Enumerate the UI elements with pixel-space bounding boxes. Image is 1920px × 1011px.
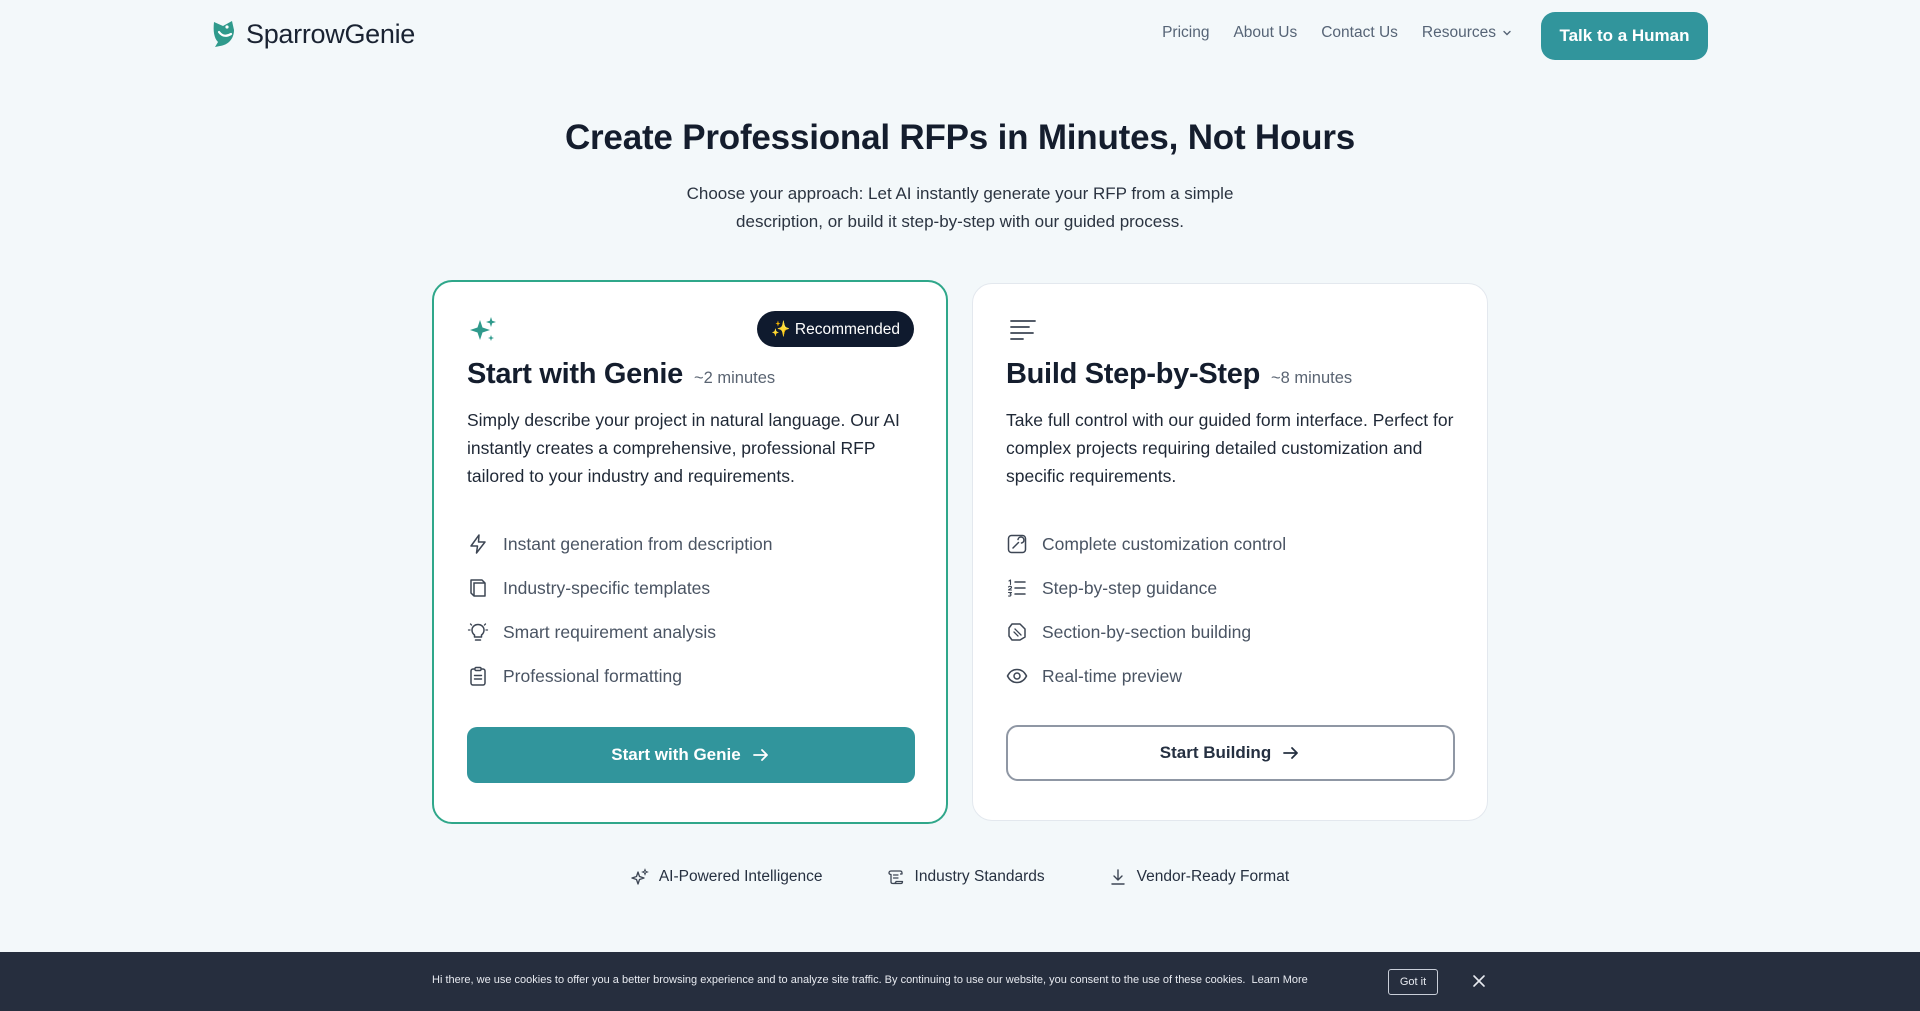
chevron-down-icon: [1503, 30, 1511, 36]
card-title: Start with Genie: [467, 358, 683, 390]
time-estimate: ~8 minutes: [1271, 369, 1353, 387]
talk-to-human-button[interactable]: Talk to a Human: [1541, 12, 1708, 60]
feature-label: Section-by-section building: [1042, 621, 1252, 642]
eye-icon: [1006, 668, 1028, 684]
list-item: Section-by-section building: [1006, 610, 1286, 654]
button-label: Start with Genie: [611, 745, 741, 764]
brand-name: SparrowGenie: [246, 18, 415, 49]
scroll-icon: [887, 870, 903, 885]
nav-dropdown-resources[interactable]: Resources: [1422, 24, 1512, 42]
feature-label: Industry-specific templates: [503, 577, 711, 598]
feature-list: Instant generation from description Indu…: [467, 522, 772, 698]
sparkle-outline-icon: [631, 868, 649, 885]
numbered-list-icon: [1007, 579, 1026, 597]
cookie-banner: Hi there, we use cookies to offer you a …: [0, 952, 1920, 1011]
highlight-label: Vendor-Ready Format: [1136, 868, 1290, 885]
customize-icon: [1007, 534, 1027, 554]
site-header: SparrowGenie Pricing About Us Contact Us…: [0, 0, 1920, 72]
nav-link-contact-us[interactable]: Contact Us: [1321, 24, 1398, 42]
sparkles-icon: [470, 317, 496, 341]
start-with-genie-button[interactable]: Start with Genie: [467, 727, 915, 783]
time-estimate: ~2 minutes: [693, 369, 776, 387]
logo[interactable]: SparrowGenie: [210, 18, 415, 50]
highlight-label: AI-Powered Intelligence: [658, 868, 823, 885]
sparrow-logo-icon: [213, 21, 234, 47]
list-item: Complete customization control: [1006, 522, 1286, 566]
book-icon: [470, 579, 486, 597]
highlight-industry-standards: Industry Standards: [887, 868, 1045, 886]
cookie-message: Hi there, we use cookies to offer you a …: [432, 974, 1308, 986]
page: SparrowGenie Pricing About Us Contact Us…: [0, 0, 1920, 1011]
clipboard-icon: [470, 666, 486, 686]
cookie-text: Hi there, we use cookies to offer you a …: [432, 974, 1246, 986]
feature-label: Real-time preview: [1042, 665, 1183, 686]
nav-link-pricing[interactable]: Pricing: [1162, 24, 1209, 42]
close-icon[interactable]: [1472, 974, 1486, 988]
page-subtitle: Choose your approach: Let AI instantly g…: [686, 184, 1234, 231]
start-with-genie-card[interactable]: ✨ Recommended Start with Genie ~2 minute…: [432, 280, 948, 824]
text-lines-icon: [1010, 320, 1036, 340]
card-description: Take full control with our guided form i…: [1006, 410, 1454, 486]
download-icon: [1110, 869, 1125, 885]
got-it-button[interactable]: Got it: [1388, 969, 1438, 995]
feature-label: Step-by-step guidance: [1042, 577, 1218, 598]
button-label: Start Building: [1159, 743, 1272, 762]
arrow-right-icon: [752, 749, 768, 761]
nav-link-about-us[interactable]: About Us: [1233, 24, 1297, 42]
list-item: Smart requirement analysis: [467, 610, 772, 654]
card-header: Build Step-by-Step ~8 minutes: [1006, 358, 1352, 391]
highlight-ai-powered: AI-Powered Intelligence: [631, 868, 823, 886]
start-building-button[interactable]: Start Building: [1006, 725, 1455, 781]
build-step-by-step-card[interactable]: Build Step-by-Step ~8 minutes Take full …: [972, 283, 1488, 821]
recommended-badge: ✨ Recommended: [757, 311, 914, 347]
arrow-right-icon: [1283, 747, 1299, 759]
highlight-label: Industry Standards: [914, 868, 1045, 885]
highlight-vendor-ready: Vendor-Ready Format: [1109, 868, 1290, 886]
list-item: Professional formatting: [467, 654, 772, 698]
sections-icon: [1008, 623, 1026, 641]
lightbulb-icon: [467, 623, 489, 641]
list-item: Industry-specific templates: [467, 566, 772, 610]
feature-list: Complete customization control Step-by-s…: [1006, 522, 1286, 698]
card-header: Start with Genie ~2 minutes: [467, 358, 775, 391]
nav-resources-label: Resources: [1421, 24, 1496, 41]
list-item: Real-time preview: [1006, 654, 1286, 698]
card-description: Simply describe your project in natural …: [467, 410, 900, 486]
lightning-icon: [470, 534, 486, 554]
learn-more-link[interactable]: Learn More: [1252, 974, 1308, 986]
card-title: Build Step-by-Step: [1006, 358, 1260, 390]
list-item: Step-by-step guidance: [1006, 566, 1286, 610]
feature-label: Complete customization control: [1042, 533, 1287, 554]
main-nav: Pricing About Us Contact Us Resources: [1162, 24, 1512, 42]
feature-label: Smart requirement analysis: [503, 621, 716, 642]
feature-label: Professional formatting: [503, 665, 682, 686]
list-item: Instant generation from description: [467, 522, 772, 566]
feature-label: Instant generation from description: [503, 533, 773, 554]
page-title: Create Professional RFPs in Minutes, Not…: [564, 118, 1356, 157]
feature-highlights: AI-Powered Intelligence Industry Standar…: [0, 868, 1920, 886]
